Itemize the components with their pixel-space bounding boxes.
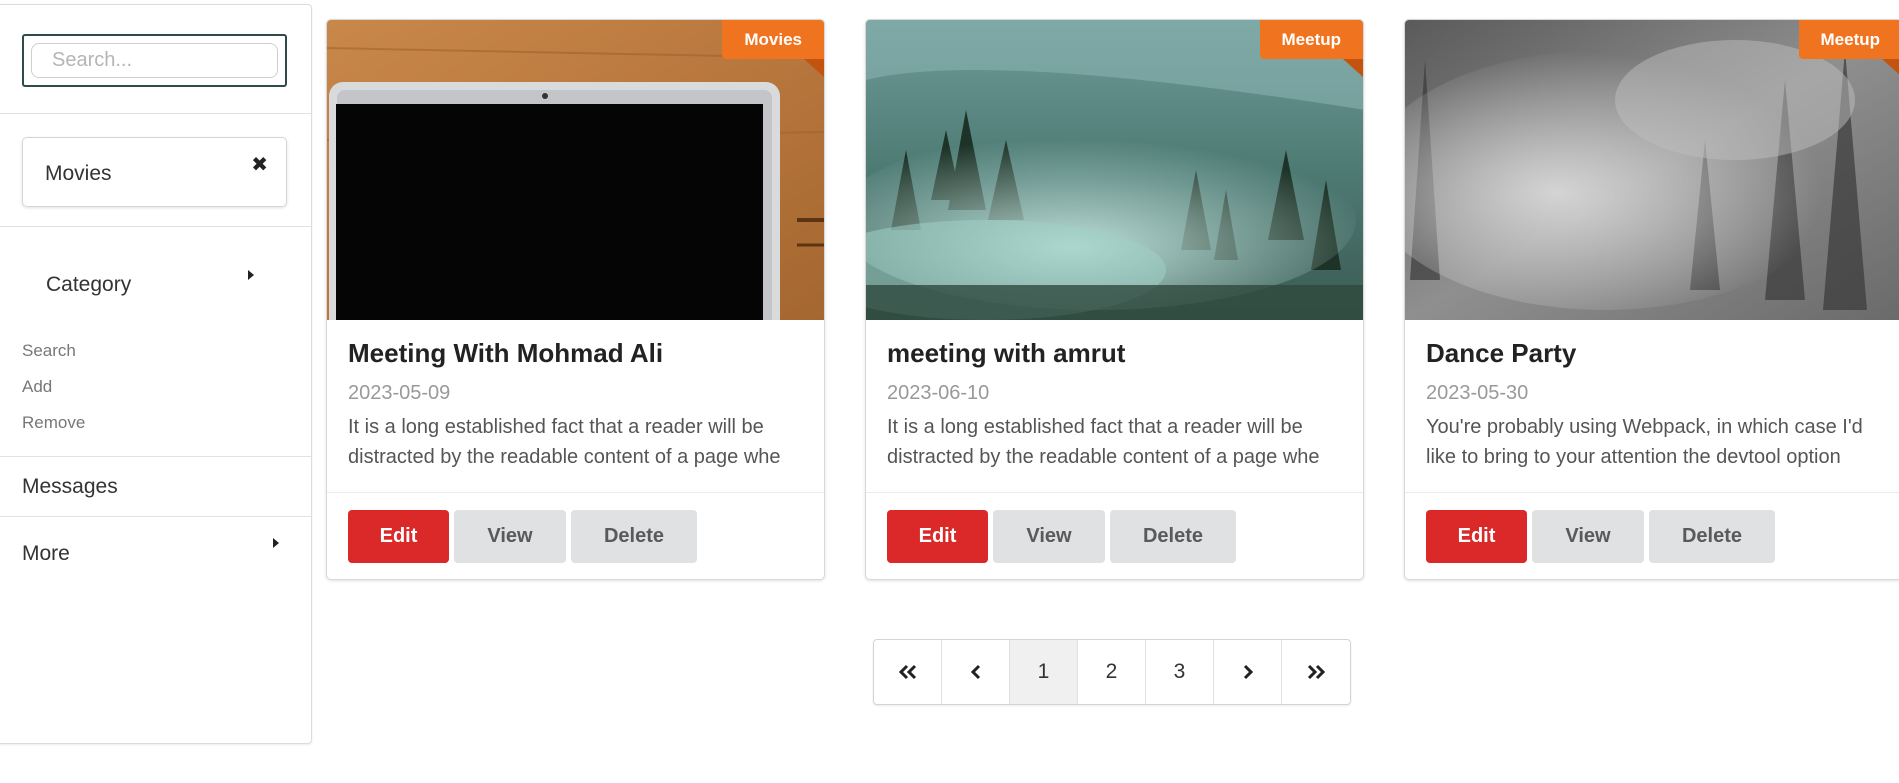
card-title: Meeting With Mohmad Ali (348, 338, 664, 368)
divider (0, 113, 311, 114)
card-date: 2023-06-10 (887, 382, 990, 404)
next-page-button[interactable] (1214, 640, 1282, 704)
card-description: You're probably using Webpack, in which … (1426, 416, 1863, 468)
caret-right-icon[interactable] (273, 538, 279, 548)
category-toggle[interactable]: Category (46, 273, 131, 297)
search-box (22, 34, 287, 87)
card-image: Meetup (866, 20, 1363, 320)
menu-item-messages[interactable]: Messages (22, 475, 118, 499)
edit-button[interactable]: Edit (887, 510, 988, 563)
edit-button[interactable]: Edit (1426, 510, 1527, 563)
view-button[interactable]: View (993, 510, 1105, 563)
category-item-remove[interactable]: Remove (22, 413, 85, 433)
double-chevron-left-icon (898, 664, 916, 680)
foggy-trees-photo (1405, 20, 1899, 320)
pagination: 1 2 3 (873, 639, 1351, 705)
card-date: 2023-05-09 (348, 382, 451, 404)
card-image: Meetup (1405, 20, 1899, 320)
search-input[interactable] (31, 43, 278, 78)
chevron-right-icon (1243, 664, 1253, 680)
card-description: It is a long established fact that a rea… (348, 416, 781, 468)
event-card: Meetup meeting with amrut 2023-06-10 It … (865, 19, 1364, 580)
page-button-3[interactable]: 3 (1146, 640, 1214, 704)
card-image: Movies (327, 20, 824, 320)
menu-item-more[interactable]: More (22, 542, 70, 566)
card-category-tag: Movies (722, 20, 824, 59)
chevron-left-icon (970, 664, 980, 680)
category-item-add[interactable]: Add (22, 377, 52, 397)
delete-button[interactable]: Delete (1110, 510, 1236, 563)
view-button[interactable]: View (454, 510, 566, 563)
page-button-1[interactable]: 1 (1010, 640, 1078, 704)
double-chevron-right-icon (1307, 664, 1326, 680)
divider (327, 492, 824, 493)
divider (0, 516, 311, 517)
card-title: meeting with amrut (887, 338, 1126, 368)
sidebar: Movies ✖ Category Search Add Remove Mess… (0, 4, 312, 744)
divider (0, 226, 311, 227)
delete-button[interactable]: Delete (571, 510, 697, 563)
last-page-button[interactable] (1282, 640, 1350, 704)
divider (0, 456, 311, 457)
card-description: It is a long established fact that a rea… (887, 416, 1320, 468)
ribbon-fold (1882, 59, 1899, 77)
filter-chip-movies: Movies ✖ (22, 137, 287, 207)
event-card: Meetup Dance Party 2023-05-30 You're pro… (1404, 19, 1899, 580)
ribbon-fold (1343, 59, 1363, 77)
close-icon[interactable]: ✖ (251, 152, 268, 177)
divider (866, 492, 1363, 493)
card-category-tag: Meetup (1798, 20, 1899, 59)
prev-page-button[interactable] (942, 640, 1010, 704)
card-category-tag: Meetup (1259, 20, 1363, 59)
misty-forest-photo (866, 20, 1363, 320)
page-button-2[interactable]: 2 (1078, 640, 1146, 704)
delete-button[interactable]: Delete (1649, 510, 1775, 563)
caret-right-icon[interactable] (248, 270, 254, 280)
event-card: Movies Meeting With Mohmad Ali 2023-05-0… (326, 19, 825, 580)
ribbon-fold (804, 59, 824, 77)
edit-button[interactable]: Edit (348, 510, 449, 563)
card-title: Dance Party (1426, 338, 1577, 368)
laptop-photo (327, 20, 824, 320)
first-page-button[interactable] (874, 640, 942, 704)
filter-chip-label: Movies (45, 162, 112, 185)
category-item-search[interactable]: Search (22, 341, 76, 361)
view-button[interactable]: View (1532, 510, 1644, 563)
card-date: 2023-05-30 (1426, 382, 1529, 404)
divider (1405, 492, 1899, 493)
